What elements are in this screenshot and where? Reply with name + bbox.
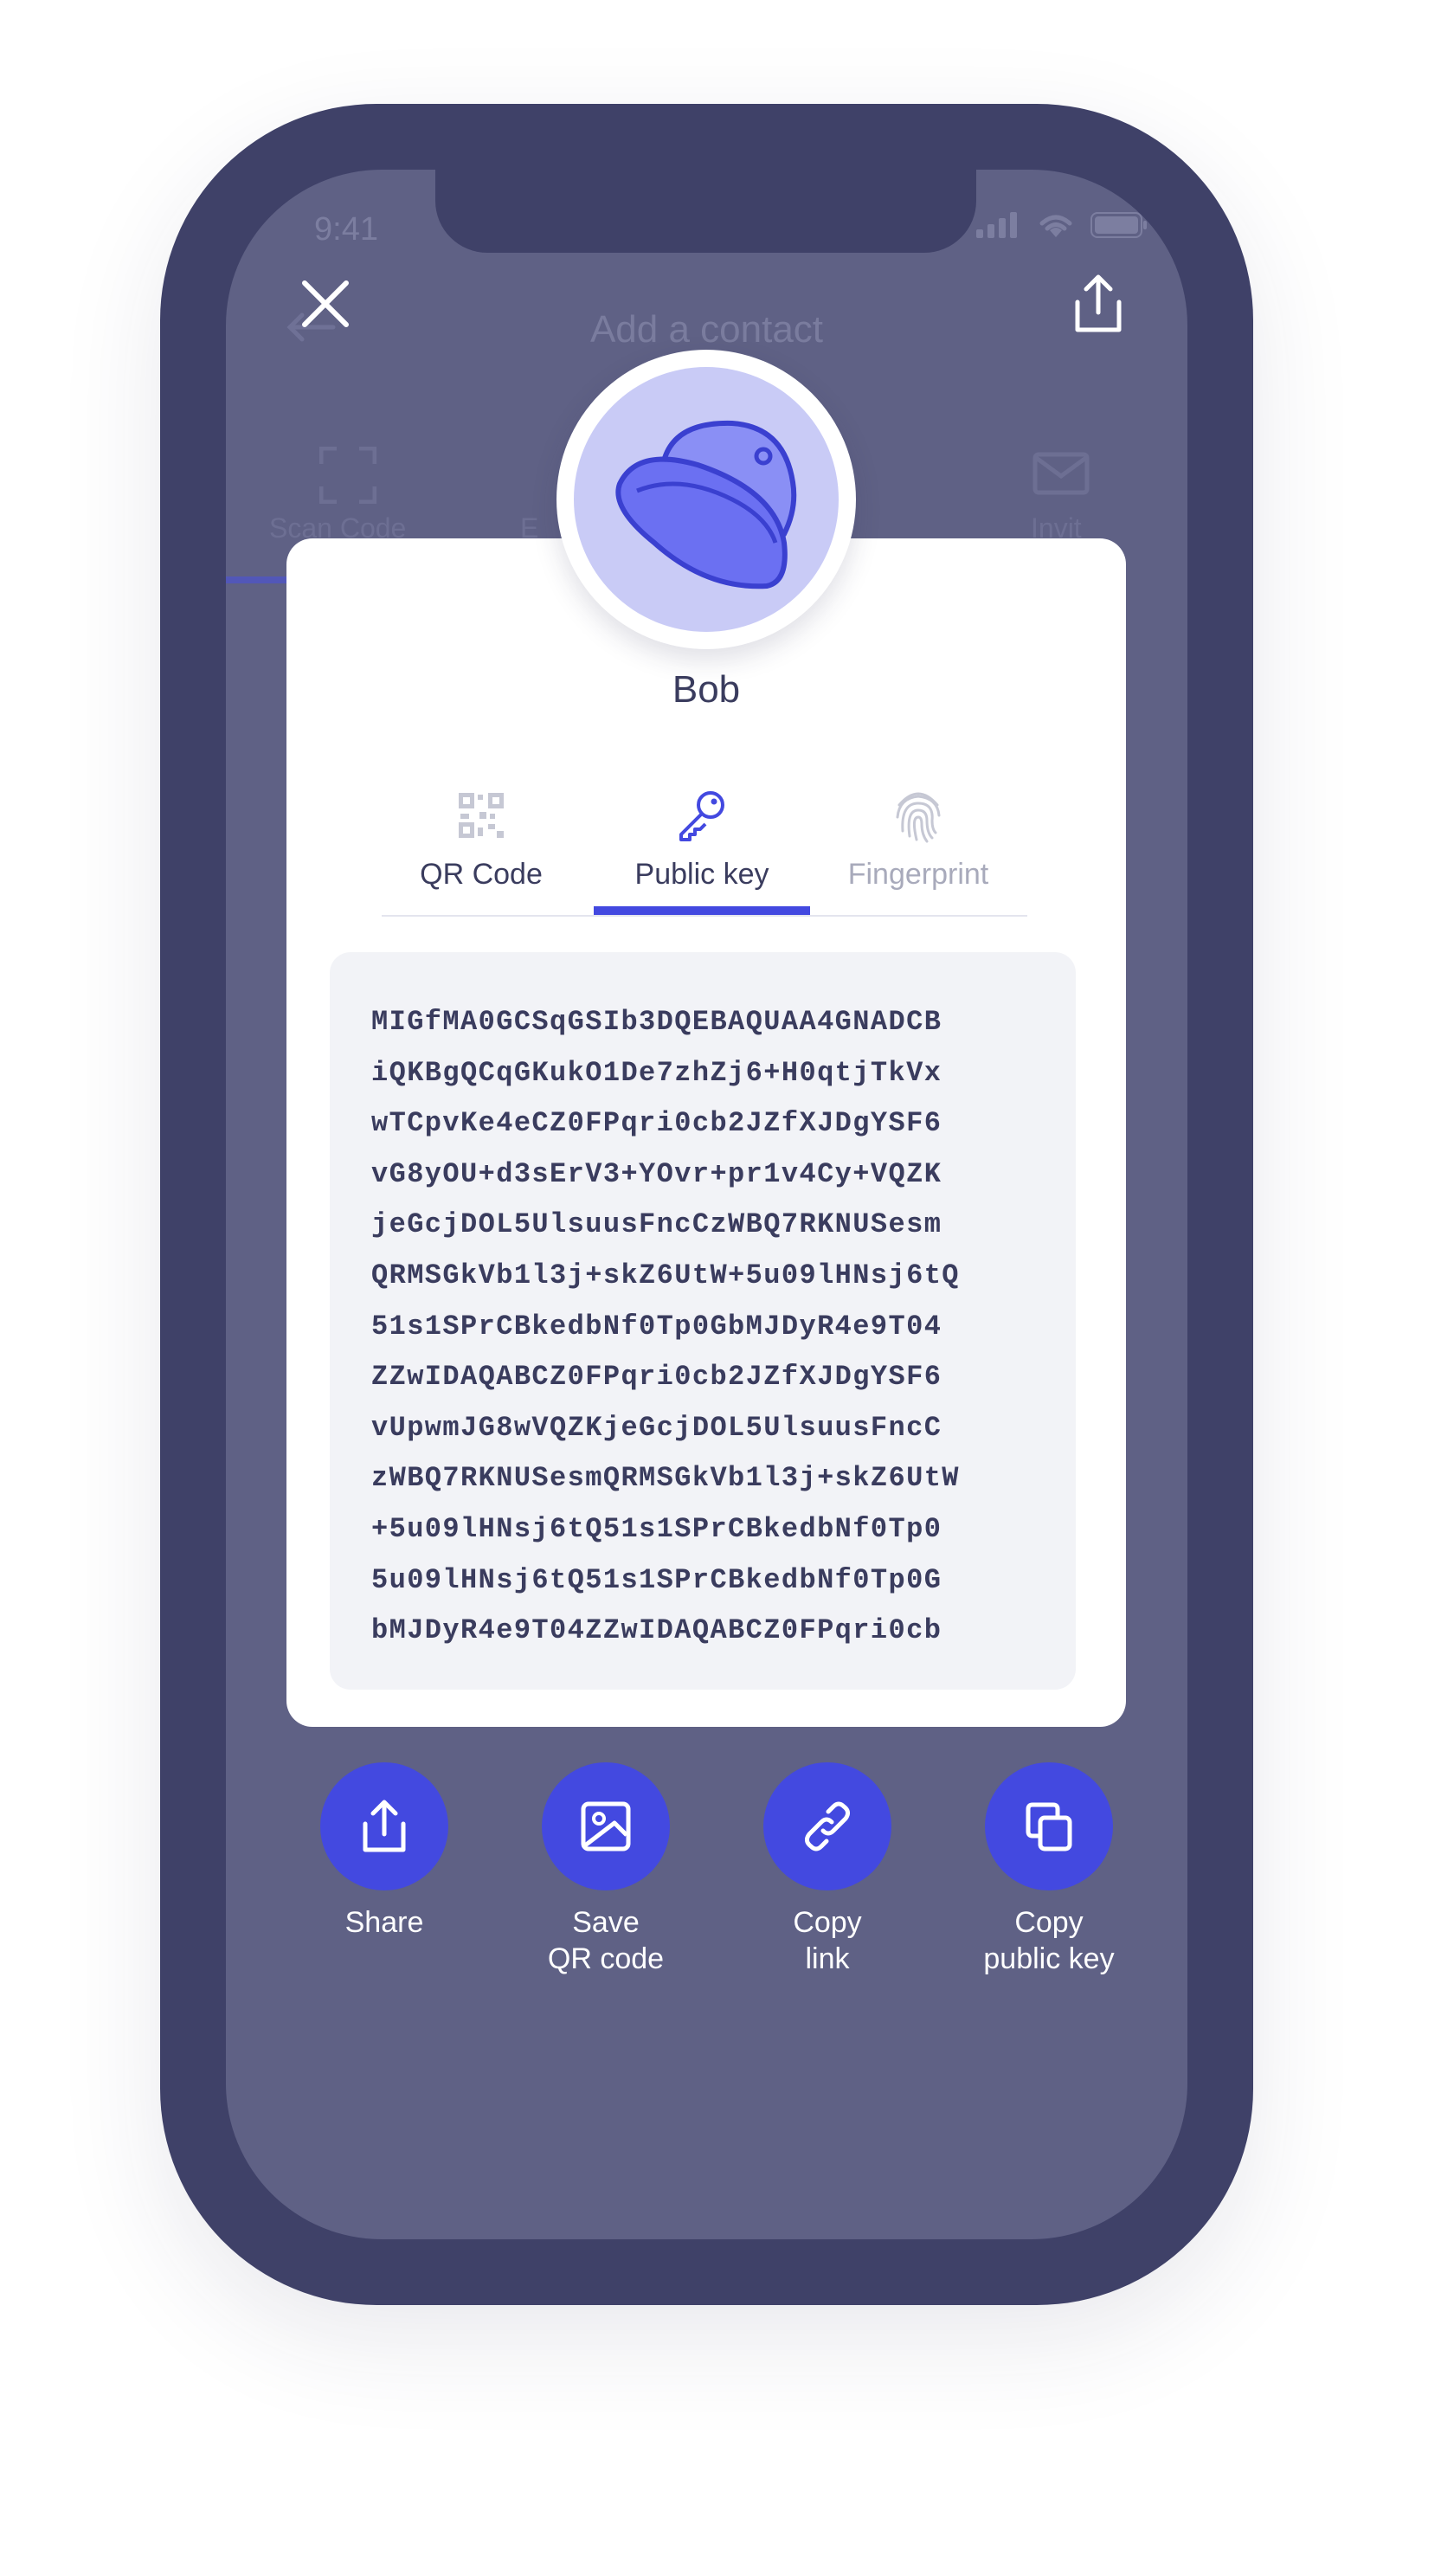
close-icon	[302, 280, 349, 327]
scan-frame-icon	[319, 447, 376, 504]
copy-link-circle	[763, 1762, 891, 1890]
share-icon	[363, 1800, 406, 1852]
active-tab-indicator	[594, 906, 810, 915]
copy-public-key-label: Copy public key	[983, 1906, 1115, 1975]
mail-icon	[1033, 452, 1090, 495]
image-icon	[581, 1801, 631, 1852]
share-action-circle	[320, 1762, 448, 1890]
share-action-label: Share	[344, 1906, 424, 1939]
share-action-button[interactable]: Share	[273, 1762, 495, 1941]
contact-name: Bob	[672, 668, 741, 711]
link-icon	[804, 1801, 851, 1852]
status-icons	[976, 211, 1148, 239]
tab-fingerprint[interactable]: Fingerprint	[810, 785, 1026, 915]
tab-public-key-label: Public key	[634, 858, 769, 891]
phone-frame: 9:41 Add a contact Scan Code E Invit Bob	[160, 104, 1253, 2305]
qr-code-icon	[459, 793, 504, 838]
key-icon	[679, 791, 724, 841]
tab-fingerprint-label: Fingerprint	[847, 858, 989, 891]
copy-public-key-button[interactable]: Copy public key	[938, 1762, 1160, 1977]
tab-qr-code-label: QR Code	[420, 858, 543, 891]
phone-screen: 9:41 Add a contact Scan Code E Invit Bob	[226, 170, 1187, 2239]
phone-notch	[435, 170, 976, 253]
copy-icon	[1026, 1802, 1072, 1852]
contact-card: Bob QR Code Public key Fingerprint MIGfM…	[286, 538, 1126, 1727]
status-time: 9:41	[314, 211, 378, 248]
background-title: Add a contact	[589, 308, 824, 351]
fingerprint-icon	[896, 792, 941, 843]
tab-public-key[interactable]: Public key	[594, 785, 810, 915]
wifi-icon	[1039, 215, 1072, 237]
avatar-background	[574, 367, 839, 632]
public-key-box: MIGfMA0GCSqGSIb3DQEBAQUAA4GNADCB iQKBgQC…	[330, 952, 1076, 1690]
save-qr-code-circle	[542, 1762, 670, 1890]
avatar	[556, 350, 856, 649]
signal-icon	[976, 212, 1017, 238]
save-qr-code-button[interactable]: Save QR code	[495, 1762, 717, 1977]
key-tabs: QR Code Public key Fingerprint	[382, 785, 1027, 917]
copy-public-key-circle	[985, 1762, 1113, 1890]
copy-link-label: Copy link	[793, 1906, 862, 1975]
battery-icon	[1090, 212, 1147, 238]
copy-link-button[interactable]: Copy link	[717, 1762, 938, 1977]
tab-qr-code[interactable]: QR Code	[373, 785, 589, 915]
share-icon	[1075, 274, 1122, 332]
close-button[interactable]	[286, 265, 364, 343]
bucket-hat-icon	[615, 420, 797, 589]
share-button-top[interactable]	[1059, 265, 1137, 343]
save-qr-code-label: Save QR code	[547, 1906, 665, 1975]
public-key-text: MIGfMA0GCSqGSIb3DQEBAQUAA4GNADCB iQKBgQC…	[371, 1006, 960, 1647]
